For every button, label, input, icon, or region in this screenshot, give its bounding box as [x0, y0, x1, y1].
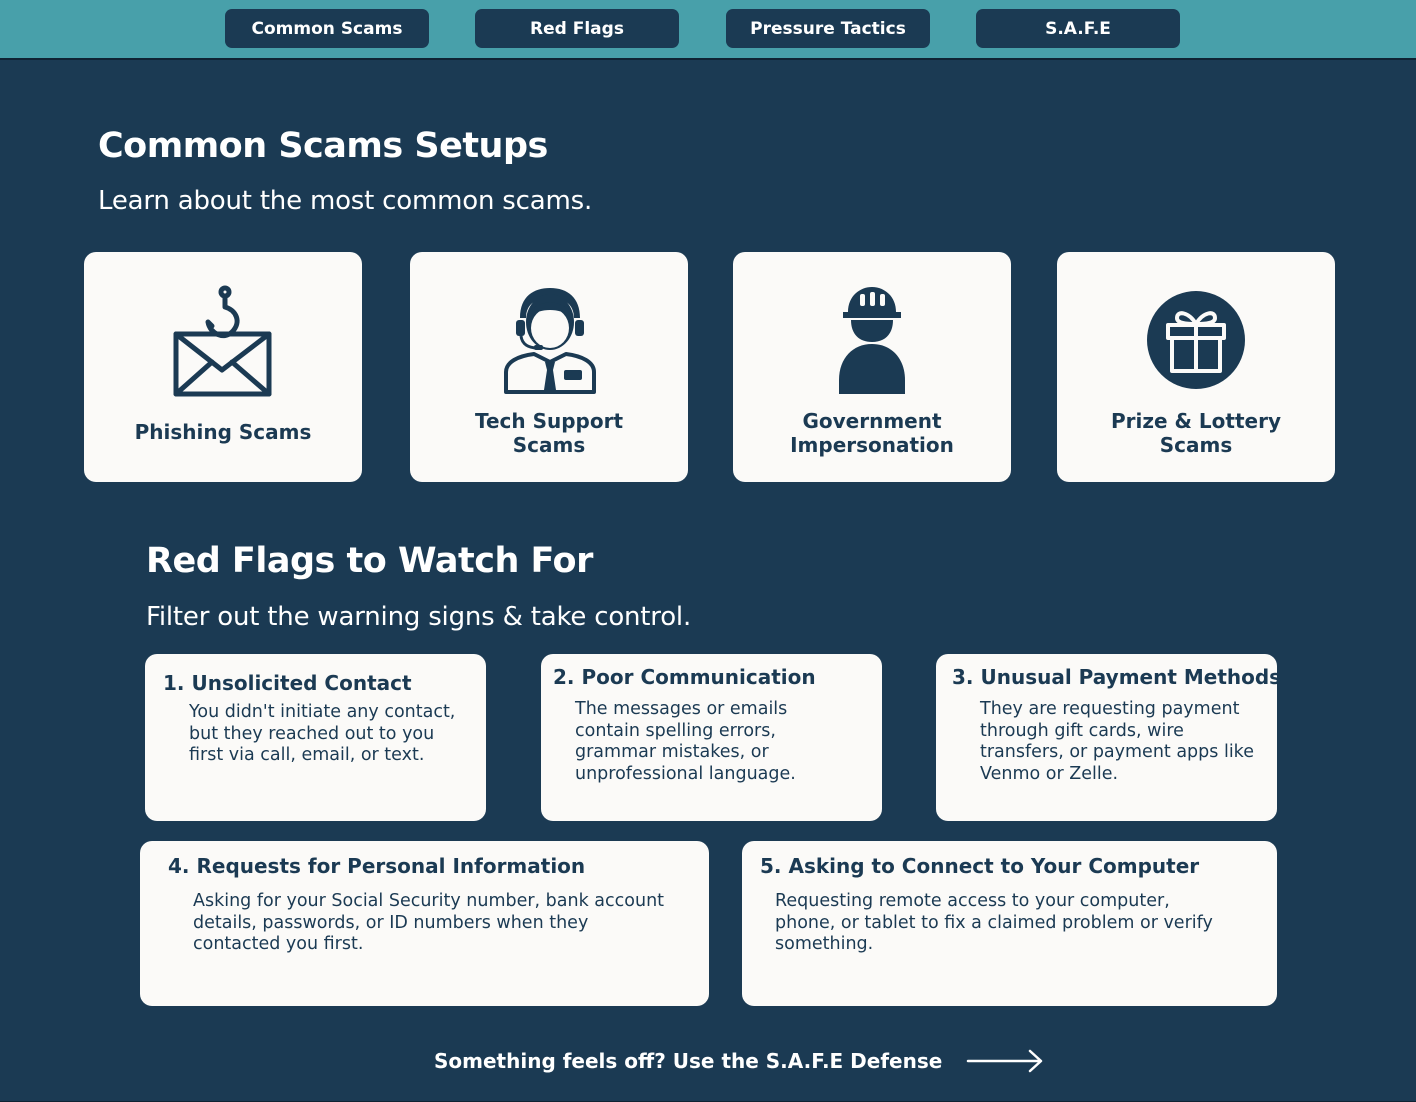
gift-icon	[1057, 282, 1335, 397]
flags-section-subtitle: Filter out the warning signs & take cont…	[146, 602, 692, 632]
nav-red-flags-button[interactable]: Red Flags	[475, 9, 679, 48]
nav-safe-button[interactable]: S.A.F.E	[976, 9, 1180, 48]
safe-defense-link[interactable]: Something feels off? Use the S.A.F.E Def…	[434, 1045, 1044, 1077]
nav-common-scams-button[interactable]: Common Scams	[225, 9, 429, 48]
scam-card-prize-lottery[interactable]: Prize & Lottery Scams	[1057, 252, 1335, 482]
flag-card-unsolicited: 1. Unsolicited Contact You didn't initia…	[145, 654, 486, 821]
scams-section-subtitle: Learn about the most common scams.	[98, 186, 593, 216]
flag-card-poor-communication: 2. Poor Communication The messages or em…	[541, 654, 882, 821]
flag-title: 3. Unusual Payment Methods	[952, 665, 1282, 689]
scam-card-label: Prize & Lottery Scams	[1110, 409, 1282, 457]
scam-card-government[interactable]: Government Impersonation	[733, 252, 1011, 482]
flag-body: Requesting remote access to your compute…	[775, 891, 1213, 954]
scam-card-label: Phishing Scams	[134, 420, 312, 444]
scams-section-title: Common Scams Setups	[98, 126, 548, 166]
cta-label: Something feels off? Use the S.A.F.E Def…	[434, 1049, 943, 1073]
flag-body: The messages or emails contain spelling …	[575, 699, 796, 784]
flag-card-personal-info: 4. Requests for Personal Information Ask…	[140, 841, 709, 1006]
nav-pressure-tactics-button[interactable]: Pressure Tactics	[726, 9, 930, 48]
flag-body: They are requesting payment through gift…	[980, 699, 1254, 784]
flag-body: Asking for your Social Security number, …	[193, 891, 665, 954]
arrow-right-icon	[967, 1049, 1043, 1073]
flag-card-remote-access: 5. Asking to Connect to Your Computer Re…	[742, 841, 1277, 1006]
headset-agent-icon	[410, 282, 688, 397]
flag-body: You didn't initiate any contact, but the…	[189, 702, 456, 765]
scam-card-label: Tech Support Scams	[474, 409, 624, 457]
email-fishhook-icon	[84, 282, 362, 397]
hardhat-person-icon	[733, 282, 1011, 397]
flag-title: 5. Asking to Connect to Your Computer	[760, 854, 1200, 878]
flags-section-title: Red Flags to Watch For	[146, 541, 593, 581]
flag-title: 1. Unsolicited Contact	[163, 671, 412, 695]
top-nav-bar: Common Scams Red Flags Pressure Tactics …	[0, 0, 1416, 60]
scam-card-label: Government Impersonation	[790, 409, 954, 457]
scam-card-phishing[interactable]: Phishing Scams	[84, 252, 362, 482]
flag-title: 2. Poor Communication	[553, 665, 816, 689]
flag-card-payment-methods: 3. Unusual Payment Methods They are requ…	[936, 654, 1281, 821]
scam-card-tech-support[interactable]: Tech Support Scams	[410, 252, 688, 482]
flag-title: 4. Requests for Personal Information	[168, 854, 586, 878]
